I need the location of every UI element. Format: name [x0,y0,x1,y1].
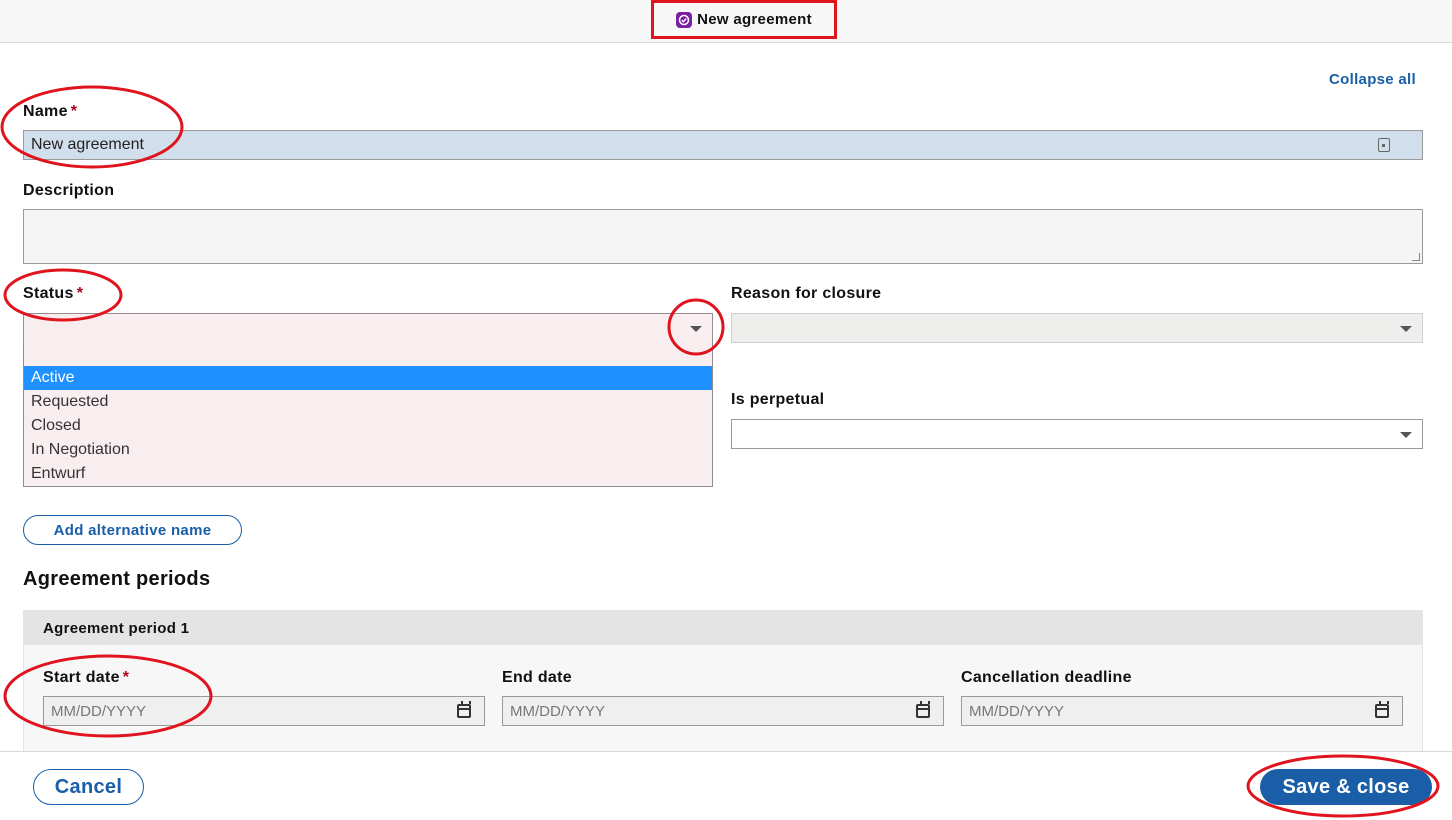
start-date-input[interactable]: MM/DD/YYYY [43,696,485,726]
calendar-icon[interactable] [916,701,930,718]
chevron-down-icon[interactable] [1400,432,1412,438]
field-info-icon[interactable] [1378,138,1390,152]
agreement-app-icon [676,11,693,28]
required-mark: * [70,103,78,120]
calendar-icon[interactable] [457,701,471,718]
status-option-active[interactable]: Active [24,366,712,390]
cancel-button[interactable]: Cancel [33,769,144,805]
status-dropdown-list[interactable]: Active Requested Closed In Negotiation E… [23,342,713,487]
status-label: Status * [23,285,83,303]
name-label: Name * [23,103,77,121]
end-date-label: End date [502,669,572,686]
agreement-period-header[interactable]: Agreement period 1 [24,611,1422,645]
required-mark: * [122,669,130,686]
chevron-down-icon[interactable] [690,326,702,332]
cancellation-deadline-input[interactable]: MM/DD/YYYY [961,696,1403,726]
description-field[interactable] [23,209,1423,264]
name-label-text: Name [23,103,68,120]
status-select[interactable] [23,313,713,343]
name-field[interactable]: New agreement [23,130,1423,160]
description-label: Description [23,182,115,199]
page-title: New agreement [651,0,837,39]
add-alternative-name-button[interactable]: Add alternative name [23,515,242,545]
status-option-requested[interactable]: Requested [24,390,712,414]
is-perpetual-select[interactable] [731,419,1423,449]
required-mark: * [76,285,84,302]
is-perpetual-label: Is perpetual [731,391,825,408]
resize-grip-icon[interactable] [1412,253,1420,261]
status-option-empty[interactable] [24,342,712,366]
start-date-label: Start date * [43,669,129,687]
agreement-period-card: Agreement period 1 Start date * MM/DD/YYY… [23,610,1423,755]
status-option-closed[interactable]: Closed [24,414,712,438]
page-title-text: New agreement [697,11,812,28]
status-label-text: Status [23,285,74,302]
footer-bar [0,751,1452,820]
reason-for-closure-select[interactable] [731,313,1423,343]
calendar-icon[interactable] [1375,701,1389,718]
chevron-down-icon[interactable] [1400,326,1412,332]
start-date-placeholder: MM/DD/YYYY [51,702,147,720]
save-and-close-button[interactable]: Save & close [1260,769,1432,805]
agreement-periods-heading: Agreement periods [23,568,211,590]
reason-for-closure-label: Reason for closure [731,285,882,302]
end-date-placeholder: MM/DD/YYYY [510,702,606,720]
cancellation-deadline-label: Cancellation deadline [961,669,1132,686]
collapse-all-link[interactable]: Collapse all [1329,71,1416,88]
end-date-input[interactable]: MM/DD/YYYY [502,696,944,726]
status-option-entwurf[interactable]: Entwurf [24,462,712,486]
top-bar: New agreement [0,0,1452,43]
name-field-value: New agreement [31,136,144,153]
start-date-label-text: Start date [43,669,120,686]
status-option-in-negotiation[interactable]: In Negotiation [24,438,712,462]
cancellation-deadline-placeholder: MM/DD/YYYY [969,702,1065,720]
